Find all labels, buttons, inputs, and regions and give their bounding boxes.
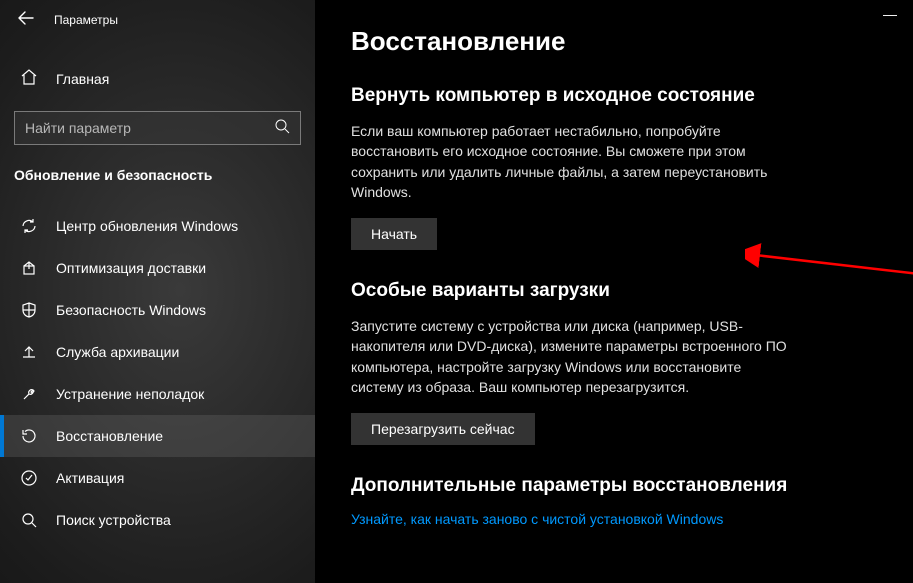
sidebar-item-label: Служба архивации — [56, 344, 179, 360]
sidebar-item-backup[interactable]: Служба архивации — [0, 331, 315, 373]
home-icon — [20, 68, 38, 89]
titlebar: Параметры — [0, 0, 315, 40]
sidebar-item-label: Активация — [56, 470, 124, 486]
sidebar-nav: Центр обновления Windows Оптимизация дос… — [0, 205, 315, 541]
wrench-icon — [20, 385, 38, 403]
reset-start-button[interactable]: Начать — [351, 218, 437, 250]
minimize-button[interactable]: — — [883, 6, 897, 22]
sidebar-item-recovery[interactable]: Восстановление — [0, 415, 315, 457]
sidebar-item-label: Центр обновления Windows — [56, 218, 238, 234]
sidebar-item-label: Поиск устройства — [56, 512, 171, 528]
shield-icon — [20, 301, 38, 319]
back-button[interactable] — [18, 10, 34, 31]
more-recovery-heading: Дополнительные параметры восстановления — [351, 475, 877, 497]
find-device-icon — [20, 511, 38, 529]
sidebar-home-label: Главная — [56, 71, 109, 87]
advanced-startup-heading: Особые варианты загрузки — [351, 280, 877, 302]
delivery-icon — [20, 259, 38, 277]
window-title: Параметры — [54, 13, 118, 27]
search-box[interactable] — [14, 111, 301, 145]
advanced-startup-body: Запустите систему с устройства или диска… — [351, 316, 791, 397]
sidebar-item-troubleshoot[interactable]: Устранение неполадок — [0, 373, 315, 415]
reset-heading: Вернуть компьютер в исходное состояние — [351, 85, 877, 107]
content-pane: — Восстановление Вернуть компьютер в исх… — [315, 0, 913, 583]
update-icon — [20, 217, 38, 235]
activation-icon — [20, 469, 38, 487]
sidebar-item-label: Устранение неполадок — [56, 386, 204, 402]
sidebar-item-delivery-optimization[interactable]: Оптимизация доставки — [0, 247, 315, 289]
sidebar-item-windows-security[interactable]: Безопасность Windows — [0, 289, 315, 331]
page-title: Восстановление — [351, 26, 877, 57]
sidebar-item-label: Оптимизация доставки — [56, 260, 206, 276]
restart-now-button[interactable]: Перезагрузить сейчас — [351, 413, 535, 445]
sidebar: Параметры Главная Обновление и безопасно… — [0, 0, 315, 583]
recovery-icon — [20, 427, 38, 445]
sidebar-home[interactable]: Главная — [0, 58, 315, 99]
search-icon — [274, 118, 290, 139]
reset-body: Если ваш компьютер работает нестабильно,… — [351, 121, 791, 202]
backup-icon — [20, 343, 38, 361]
search-input[interactable] — [25, 120, 274, 136]
sidebar-item-activation[interactable]: Активация — [0, 457, 315, 499]
fresh-start-link[interactable]: Узнайте, как начать заново с чистой уста… — [351, 511, 723, 527]
sidebar-item-label: Безопасность Windows — [56, 302, 206, 318]
sidebar-item-find-device[interactable]: Поиск устройства — [0, 499, 315, 541]
sidebar-item-windows-update[interactable]: Центр обновления Windows — [0, 205, 315, 247]
section-heading: Обновление и безопасность — [0, 145, 315, 197]
sidebar-item-label: Восстановление — [56, 428, 163, 444]
